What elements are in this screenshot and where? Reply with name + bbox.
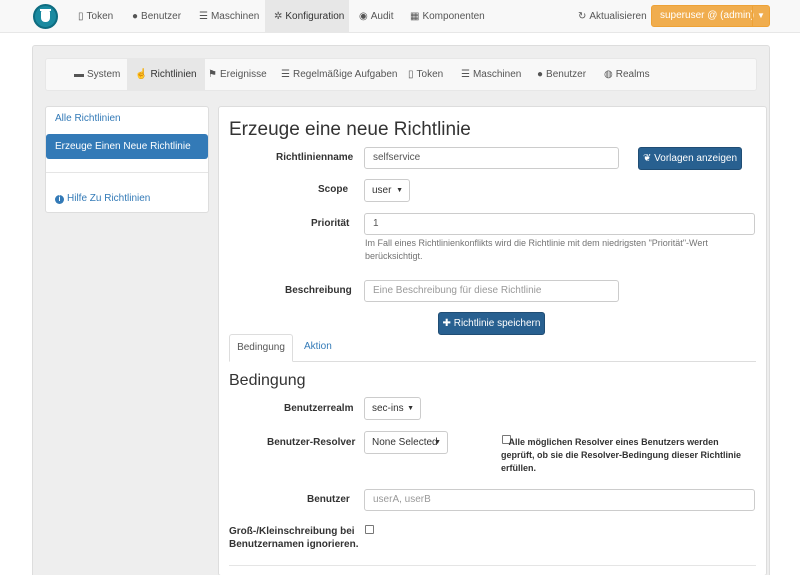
scope-label: Scope <box>318 184 349 195</box>
sidebar-divider <box>46 172 208 173</box>
subnav-system[interactable]: ▬ System <box>74 59 120 90</box>
nav-configuration[interactable]: ✲ Konfiguration <box>265 0 349 33</box>
subnav-events[interactable]: ⚑ Ereignisse <box>208 59 267 90</box>
nav-machines[interactable]: ☰ Maschinen <box>190 0 268 33</box>
gear-icon: ✲ <box>274 11 283 22</box>
nav-users[interactable]: ● Benutzer <box>123 0 190 33</box>
tabs-divider <box>229 361 756 362</box>
subnav-machines[interactable]: ☰ Maschinen <box>461 59 521 90</box>
privacyidea-logo[interactable] <box>33 4 58 29</box>
subnav-policies[interactable]: ☝ Richtlinien <box>127 59 205 90</box>
subnav-token[interactable]: ▯ Token <box>408 59 443 90</box>
user-resolver-label: Benutzer-Resolver <box>267 437 356 448</box>
info-icon: i <box>55 195 64 204</box>
policy-name-input[interactable]: selfservice <box>364 147 619 169</box>
policy-name-label: Richtlinienname <box>276 152 354 163</box>
section-divider <box>229 565 756 566</box>
scope-select[interactable]: user ▼ <box>364 179 410 202</box>
subnav-users[interactable]: ● Benutzer <box>537 59 586 90</box>
sidebar-help-policies[interactable]: i Hilfe Zu Richtlinien <box>55 193 150 204</box>
condition-heading: Bedingung <box>229 372 306 389</box>
all-resolvers-label: Alle möglichen Resolver eines Benutzers … <box>501 437 742 473</box>
plus-icon: ✚ <box>442 318 451 329</box>
nav-audit[interactable]: ◉ Audit <box>350 0 403 33</box>
caret-down-icon: ▼ <box>407 405 414 412</box>
caret-down-icon: ▼ <box>396 187 403 194</box>
tab-action[interactable]: Aktion <box>304 341 332 352</box>
subnav-realms[interactable]: ◍ Realms <box>604 59 650 90</box>
description-label: Beschreibung <box>285 285 352 296</box>
save-policy-button[interactable]: ✚ Richtlinie speichern <box>438 312 545 335</box>
nav-components[interactable]: ▦ Komponenten <box>401 0 494 33</box>
user-realm-label: Benutzerrealm <box>284 403 354 414</box>
page-title: Erzeuge eine neue Richtlinie <box>229 119 471 140</box>
calendar-icon: ▦ <box>410 11 420 22</box>
flag-icon: ⚑ <box>208 69 217 80</box>
chevron-down-icon[interactable]: ▼ <box>752 6 769 26</box>
sidebar-all-policies[interactable]: Alle Richtlinien <box>55 113 121 124</box>
user-icon: ● <box>537 69 544 80</box>
list-icon: ☰ <box>461 69 470 80</box>
priority-label: Priorität <box>311 218 350 229</box>
mobile-icon: ▯ <box>78 11 84 22</box>
eye-icon: ◉ <box>359 11 368 22</box>
subnav-periodic-tasks[interactable]: ☰ Regelmäßige Aufgaben <box>281 59 398 90</box>
case-insensitive-checkbox[interactable] <box>365 525 374 534</box>
list-icon: ☰ <box>199 11 208 22</box>
list-icon: ☰ <box>281 69 290 80</box>
description-input[interactable]: Eine Beschreibung für diese Richtlinie <box>364 280 619 302</box>
nav-token[interactable]: ▯ Token <box>68 0 123 33</box>
refresh-button[interactable]: ↻ Aktualisieren <box>578 0 647 33</box>
tab-condition[interactable]: Bedingung <box>229 334 293 362</box>
user-realm-select[interactable]: sec-ins ▼ <box>364 397 421 420</box>
leaf-icon: ❦ <box>642 153 652 164</box>
mobile-icon: ▯ <box>408 69 414 80</box>
case-insensitive-label: Groß-/Kleinschreibung bei Benutzernamen … <box>229 526 359 550</box>
caret-down-icon: ▼ <box>434 439 441 446</box>
user-resolver-select[interactable]: None Selected ▼ <box>364 431 448 454</box>
hand-icon: ☝ <box>135 69 148 80</box>
priority-input[interactable]: 1 <box>364 213 755 235</box>
globe-icon: ◍ <box>604 69 613 80</box>
logo-icon <box>40 9 51 22</box>
priority-help: Im Fall eines Richtlinienkonflikts wird … <box>365 238 708 261</box>
user-input[interactable]: userA, userB <box>364 489 755 511</box>
briefcase-icon: ▬ <box>74 69 84 80</box>
user-label: Benutzer <box>307 494 350 505</box>
sidebar-create-policy[interactable]: Erzeuge Einen Neue Richtlinie <box>46 134 208 159</box>
refresh-icon: ↻ <box>578 11 587 22</box>
user-menu-button[interactable]: superuser @ (admin) ▼ <box>651 5 770 27</box>
user-icon: ● <box>132 11 139 22</box>
show-templates-button[interactable]: ❦ Vorlagen anzeigen <box>638 147 742 170</box>
